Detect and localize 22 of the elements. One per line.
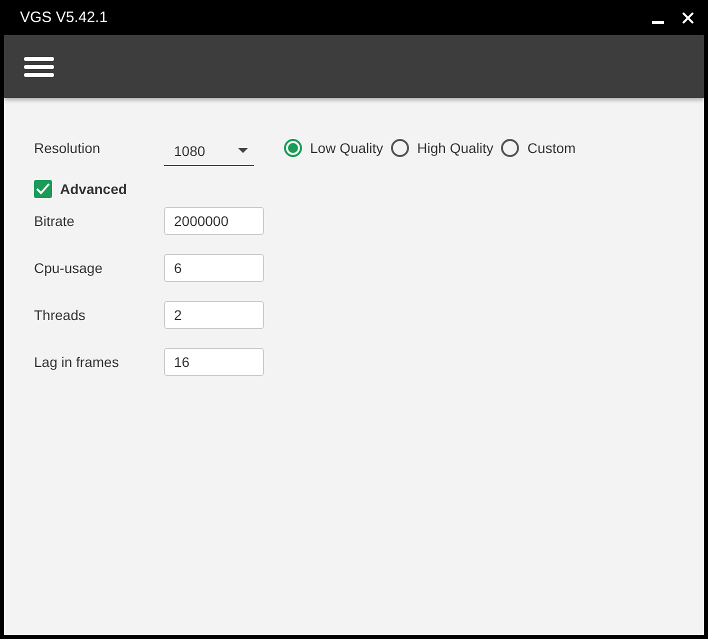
input-field[interactable]: 6 — [164, 254, 264, 282]
close-icon — [680, 10, 696, 26]
close-button[interactable] — [680, 10, 696, 26]
field-label: Lag in frames — [34, 354, 120, 370]
resolution-dropdown[interactable]: 1080 — [164, 136, 254, 166]
menu-button[interactable] — [24, 56, 54, 78]
field-label: Bitrate — [34, 213, 76, 229]
input-field[interactable]: 16 — [164, 348, 264, 376]
resolution-label: Resolution — [34, 140, 102, 156]
window-title: VGS V5.42.1 — [20, 9, 109, 26]
input-field[interactable]: 2000000 — [164, 207, 264, 235]
caret-icon — [238, 148, 248, 154]
quality-radio[interactable]: Custom — [501, 139, 576, 157]
input-field[interactable]: 2 — [164, 301, 264, 329]
field-label: Cpu-usage — [34, 260, 104, 276]
advanced-label: Advanced — [60, 181, 127, 197]
field-label: Threads — [34, 307, 86, 323]
minimize-icon — [652, 20, 664, 24]
quality-radio[interactable]: Low Quality — [284, 139, 384, 157]
advanced-checkbox[interactable] — [34, 180, 52, 198]
quality-radio[interactable]: High Quality — [391, 139, 494, 157]
menu-icon — [24, 56, 54, 78]
